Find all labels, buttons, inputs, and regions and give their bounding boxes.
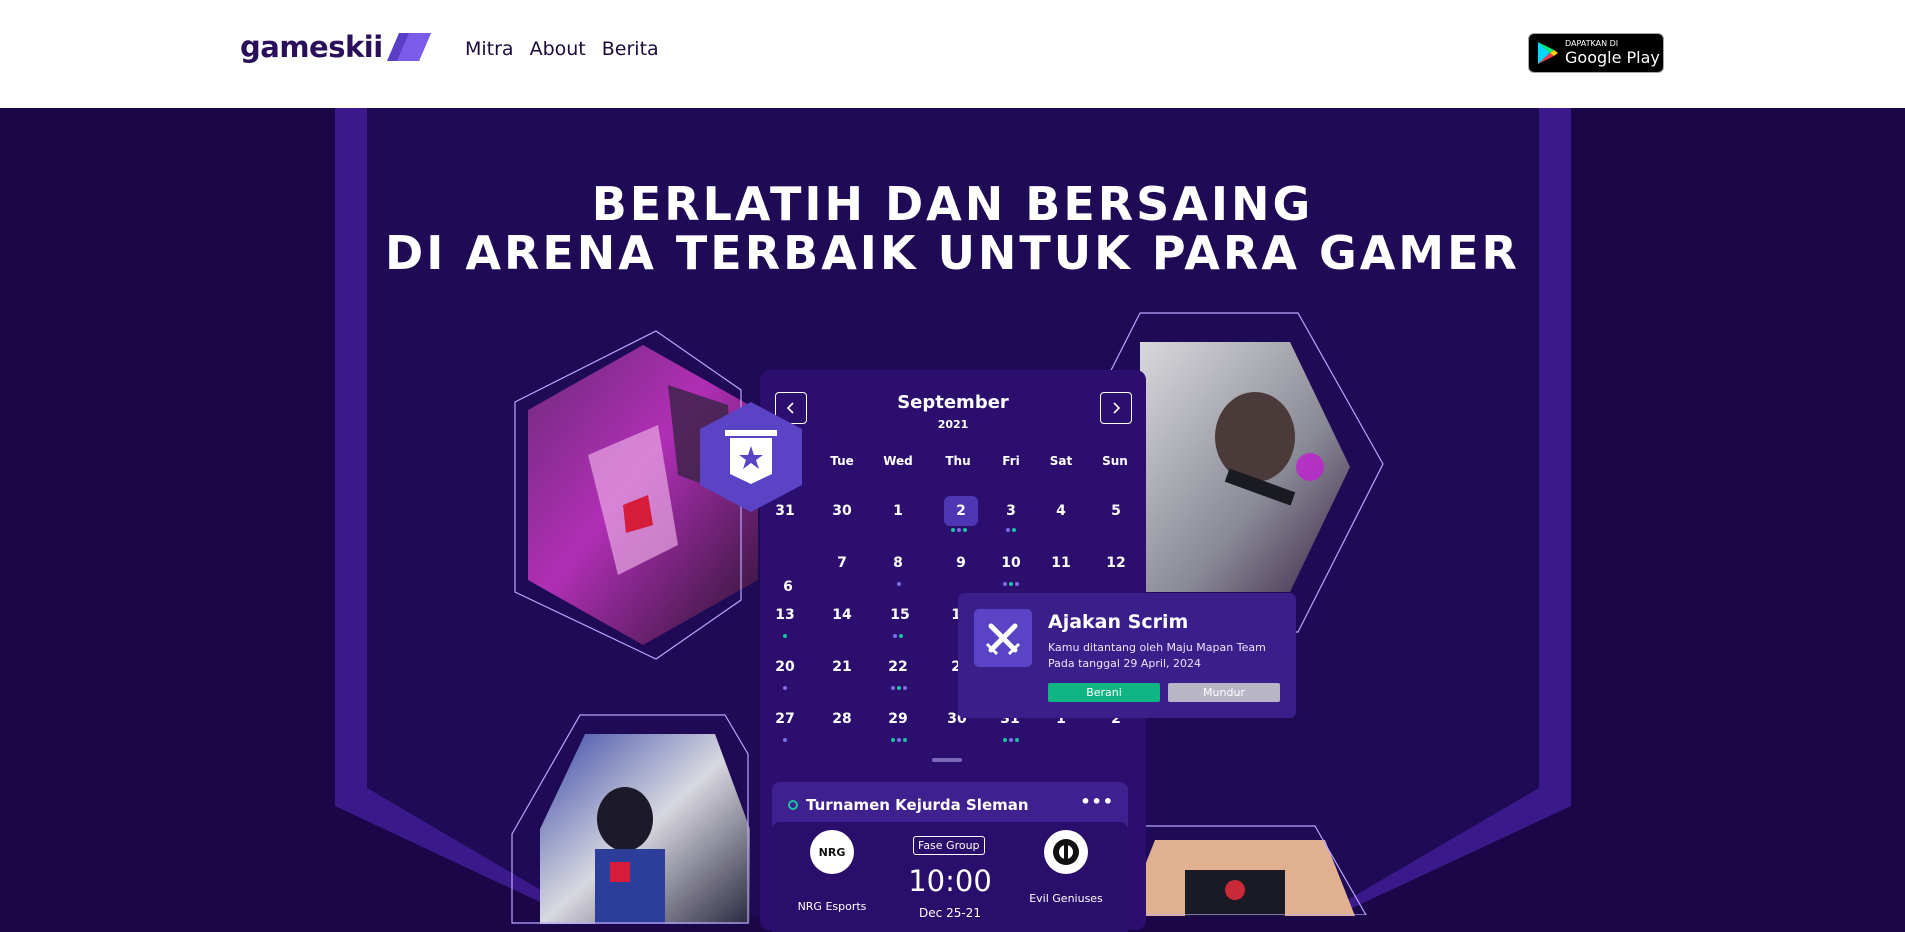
hero-line-2: DI ARENA TERBAIK UNTUK PARA GAMER (385, 226, 1520, 280)
nav-link-berita[interactable]: Berita (602, 38, 659, 60)
hero-line-1: BERLATIH DAN BERSAING (591, 177, 1314, 231)
nav-link-about[interactable]: About (530, 38, 586, 60)
stage-badge: Fase Group (913, 836, 985, 855)
calendar-day[interactable]: 1 (881, 496, 915, 526)
calendar-day[interactable]: 22 (881, 652, 915, 682)
calendar-day[interactable]: 8 (881, 548, 915, 578)
weekday-header: Thu (945, 454, 971, 468)
calendar-day[interactable]: 27 (768, 704, 802, 734)
hex-outline-bottom-left (511, 714, 749, 924)
google-play-icon (1538, 42, 1558, 64)
scrim-invite-popup: Ajakan Scrim Kamu ditantang oleh Maju Ma… (958, 593, 1296, 718)
match-header: Turnamen Kejurda Sleman (788, 796, 1029, 814)
weekday-header: Sat (1049, 454, 1073, 468)
logo-text: gameskii (240, 30, 383, 64)
calendar-month: September (897, 392, 1009, 413)
store-badge-small-text: DAPATKAN DI (1565, 39, 1619, 48)
calendar-day[interactable]: 30 (825, 496, 859, 526)
chevron-right-icon (1113, 402, 1121, 414)
calendar-day[interactable]: 12 (1099, 548, 1133, 578)
calendar-day[interactable]: 4 (1044, 496, 1078, 526)
main-nav: Mitra About Berita (465, 38, 659, 60)
event-dots (951, 528, 967, 532)
calendar-day[interactable]: 11 (1044, 548, 1078, 578)
team-logo-right (1044, 830, 1088, 874)
drag-handle[interactable] (932, 758, 962, 762)
event-dots (891, 686, 907, 690)
calendar-day[interactable]: 10 (994, 548, 1028, 578)
event-dots (783, 738, 787, 742)
event-dots (1003, 582, 1019, 586)
store-badge-big-text: Google Play (1565, 48, 1660, 67)
calendar-day[interactable]: 20 (768, 652, 802, 682)
calendar-year: 2021 (937, 418, 969, 431)
more-horizontal-icon[interactable]: ••• (1080, 792, 1114, 811)
calendar-day[interactable]: 3 (994, 496, 1028, 526)
event-dots (783, 686, 787, 690)
match-title: Turnamen Kejurda Sleman (806, 796, 1029, 814)
event-dots (1006, 528, 1016, 532)
calendar-day[interactable]: 13 (768, 600, 802, 630)
google-play-badge[interactable]: DAPATKAN DI Google Play (1528, 33, 1664, 73)
calendar-day[interactable]: 21 (825, 652, 859, 682)
event-dots (1003, 738, 1019, 742)
evil-geniuses-logo-icon (1053, 839, 1079, 865)
weekday-header: Fri (1002, 454, 1020, 468)
topbar-corner (0, 88, 20, 108)
calendar-next-button[interactable] (1100, 392, 1132, 424)
calendar-day[interactable]: 29 (881, 704, 915, 734)
gameskii-logo[interactable]: gameskii (240, 30, 431, 64)
hero-headline: BERLATIH DAN BERSAING DI ARENA TERBAIK U… (0, 180, 1905, 278)
crossed-swords-icon (974, 609, 1032, 667)
calendar-day[interactable]: 7 (825, 548, 859, 578)
event-dots (891, 738, 907, 742)
accept-button[interactable]: Berani (1048, 683, 1160, 702)
calendar-day[interactable]: 15 (883, 600, 917, 630)
calendar-day[interactable]: 6 (771, 572, 805, 602)
match-card[interactable]: Turnamen Kejurda Sleman ••• NRG NRG Espo… (772, 782, 1128, 932)
event-dots (897, 582, 901, 586)
calendar-day[interactable]: 14 (825, 600, 859, 630)
match-date: Dec 25-21 (919, 906, 981, 920)
calendar-day-selected[interactable]: 2 (944, 496, 978, 526)
logo-mark-icon (386, 33, 431, 61)
status-dot-icon (788, 800, 798, 810)
tournament-badge-icon (700, 402, 802, 512)
event-dots (783, 634, 787, 638)
calendar-day[interactable]: 5 (1099, 496, 1133, 526)
event-dots (893, 634, 903, 638)
weekday-header: Sun (1102, 454, 1128, 468)
weekday-header: Tue (830, 454, 854, 468)
popup-message: Kamu ditantang oleh Maju Mapan Team Pada… (1048, 641, 1266, 670)
calendar-day[interactable]: 9 (944, 548, 978, 578)
nav-link-mitra[interactable]: Mitra (465, 38, 514, 60)
weekday-header: Wed (883, 454, 913, 468)
top-navigation-bar: gameskii Mitra About Berita DAPATKAN DI … (0, 0, 1905, 108)
popup-title: Ajakan Scrim (1048, 611, 1189, 633)
team-name-right: Evil Geniuses (1029, 892, 1103, 905)
decline-button[interactable]: Mundur (1168, 683, 1280, 702)
calendar-day[interactable]: 28 (825, 704, 859, 734)
